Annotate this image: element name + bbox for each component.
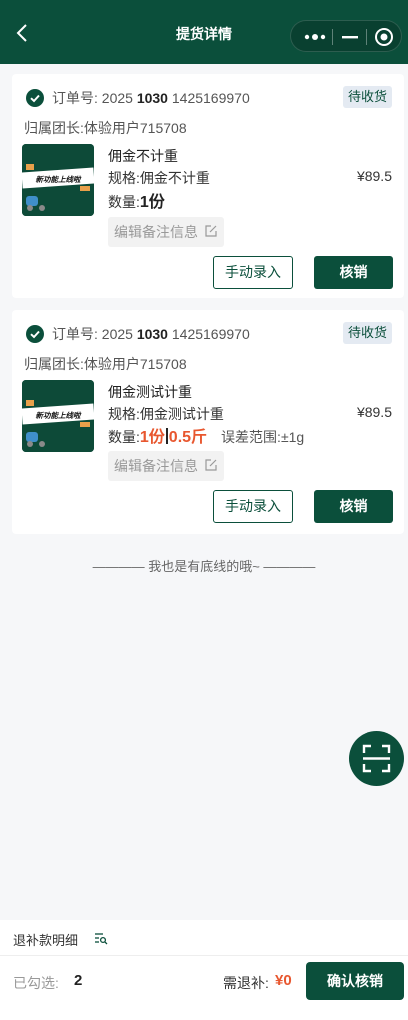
- capsule-divider: [366, 29, 367, 45]
- product-weight: 0.5斤: [168, 429, 208, 446]
- refund-label: 需退补:: [223, 975, 269, 991]
- minimize-icon[interactable]: [339, 29, 361, 45]
- edit-icon: [205, 459, 217, 471]
- status-badge: 待收货: [342, 322, 392, 344]
- svg-text:新功能上线啦: 新功能上线啦: [36, 411, 82, 420]
- product-name: 佣金测试计重: [108, 384, 192, 400]
- mini-program-capsule: [290, 20, 402, 52]
- manual-entry-button[interactable]: 手动录入: [213, 256, 293, 289]
- selected-count: 2: [74, 972, 83, 989]
- product-image: 新功能上线啦: [22, 144, 94, 216]
- check-icon[interactable]: [26, 89, 44, 107]
- confirm-verify-button[interactable]: 确认核销: [306, 962, 404, 1000]
- list-search-icon[interactable]: [94, 931, 108, 945]
- scan-icon: [362, 744, 391, 773]
- edit-note-button[interactable]: 编辑备注信息: [108, 217, 224, 247]
- product-image: 新功能上线啦: [22, 380, 94, 452]
- product-price: ¥89.5: [356, 168, 392, 184]
- product-spec: 规格:佣金不计重: [108, 170, 210, 186]
- selected-label: 已勾选:: [13, 975, 59, 991]
- bottom-action-bar: 已勾选: 2 需退补: ¥0 确认核销: [0, 956, 408, 1020]
- edit-note-button[interactable]: 编辑备注信息: [108, 451, 224, 481]
- navigation-bar: 提货详情: [0, 0, 408, 64]
- scan-button[interactable]: [349, 731, 404, 786]
- product-name: 佣金不计重: [108, 148, 178, 164]
- order-number: 订单号: 2025 1030 1425169970: [52, 90, 250, 106]
- order-card: 订单号: 2025 1030 1425169970 待收货 归属团长:体验用户7…: [12, 74, 404, 298]
- product-spec: 规格:佣金测试计重: [108, 406, 224, 422]
- status-badge: 待收货: [342, 86, 392, 108]
- refund-amount: ¥0: [275, 972, 292, 989]
- verify-button[interactable]: 核销: [314, 490, 393, 523]
- product-quantity: 数量:1份 0.5斤 误差范围:±1g: [108, 428, 305, 446]
- refund-detail-link[interactable]: 退补款明细: [13, 930, 78, 949]
- check-icon[interactable]: [26, 325, 44, 343]
- product-price: ¥89.5: [356, 404, 392, 420]
- capsule-divider: [332, 29, 333, 45]
- edit-icon: [205, 225, 217, 237]
- order-number: 订单号: 2025 1030 1425169970: [52, 326, 250, 342]
- svg-text:新功能上线啦: 新功能上线啦: [36, 175, 82, 184]
- group-leader: 归属团长:体验用户715708: [24, 120, 187, 136]
- close-target-icon[interactable]: [373, 26, 395, 48]
- quantity-divider: [165, 428, 168, 444]
- end-of-list-text: ———— 我也是有底线的哦~ ————: [92, 559, 316, 574]
- manual-entry-button[interactable]: 手动录入: [213, 490, 293, 523]
- tolerance-range: 误差范围:±1g: [221, 429, 305, 445]
- refund-detail-bar: 退补款明细: [0, 920, 408, 956]
- group-leader: 归属团长:体验用户715708: [24, 356, 187, 372]
- product-quantity: 数量:1份: [108, 194, 165, 211]
- verify-button[interactable]: 核销: [314, 256, 393, 289]
- order-card: 订单号: 2025 1030 1425169970 待收货 归属团长:体验用户7…: [12, 310, 404, 534]
- more-dots-icon[interactable]: [303, 30, 327, 44]
